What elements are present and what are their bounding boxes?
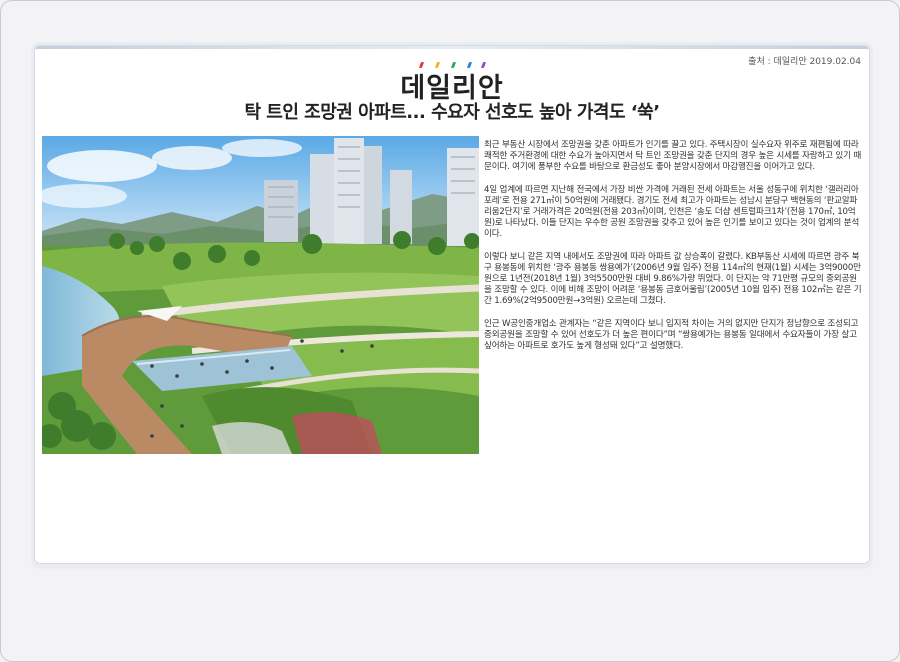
logo-accent-dots — [414, 62, 490, 68]
logo-dot-red — [418, 62, 425, 68]
logo-dot-yellow — [434, 62, 441, 68]
card-top-border — [35, 46, 869, 49]
article-paragraph: 최근 부동산 시장에서 조망권을 갖춘 아파트가 인기를 끌고 있다. 주택시장… — [484, 140, 862, 173]
article-paragraph: 4일 업계에 따르면 지난해 전국에서 가장 비싼 가격에 거래된 전세 아파트… — [484, 184, 860, 240]
article-card: 출처 : 데일리안 2019.02.04 데일리안 탁 트인 조망권 아파트..… — [34, 45, 870, 564]
article-headline: 탁 트인 조망권 아파트... 수요자 선호도 높아 가격도 ‘쑥’ — [244, 102, 660, 123]
logo-dot-green — [450, 62, 457, 68]
article-body: 최근 부동산 시장에서 조망권을 갖춘 아파트가 인기를 끌고 있다. 주택시장… — [484, 140, 864, 363]
apartment-park-rendering-icon — [42, 136, 479, 454]
article-paragraph: 인근 W공인중개업소 관계자는 “같은 지역이다 보니 입지적 차이는 거의 없… — [484, 318, 859, 352]
logo-dot-purple — [480, 62, 487, 68]
article-paragraph: 이렇다 보니 같은 지역 내에서도 조망권에 따라 아파트 값 상승폭이 갈렸다… — [484, 251, 862, 307]
logo-dot-blue — [466, 62, 473, 68]
